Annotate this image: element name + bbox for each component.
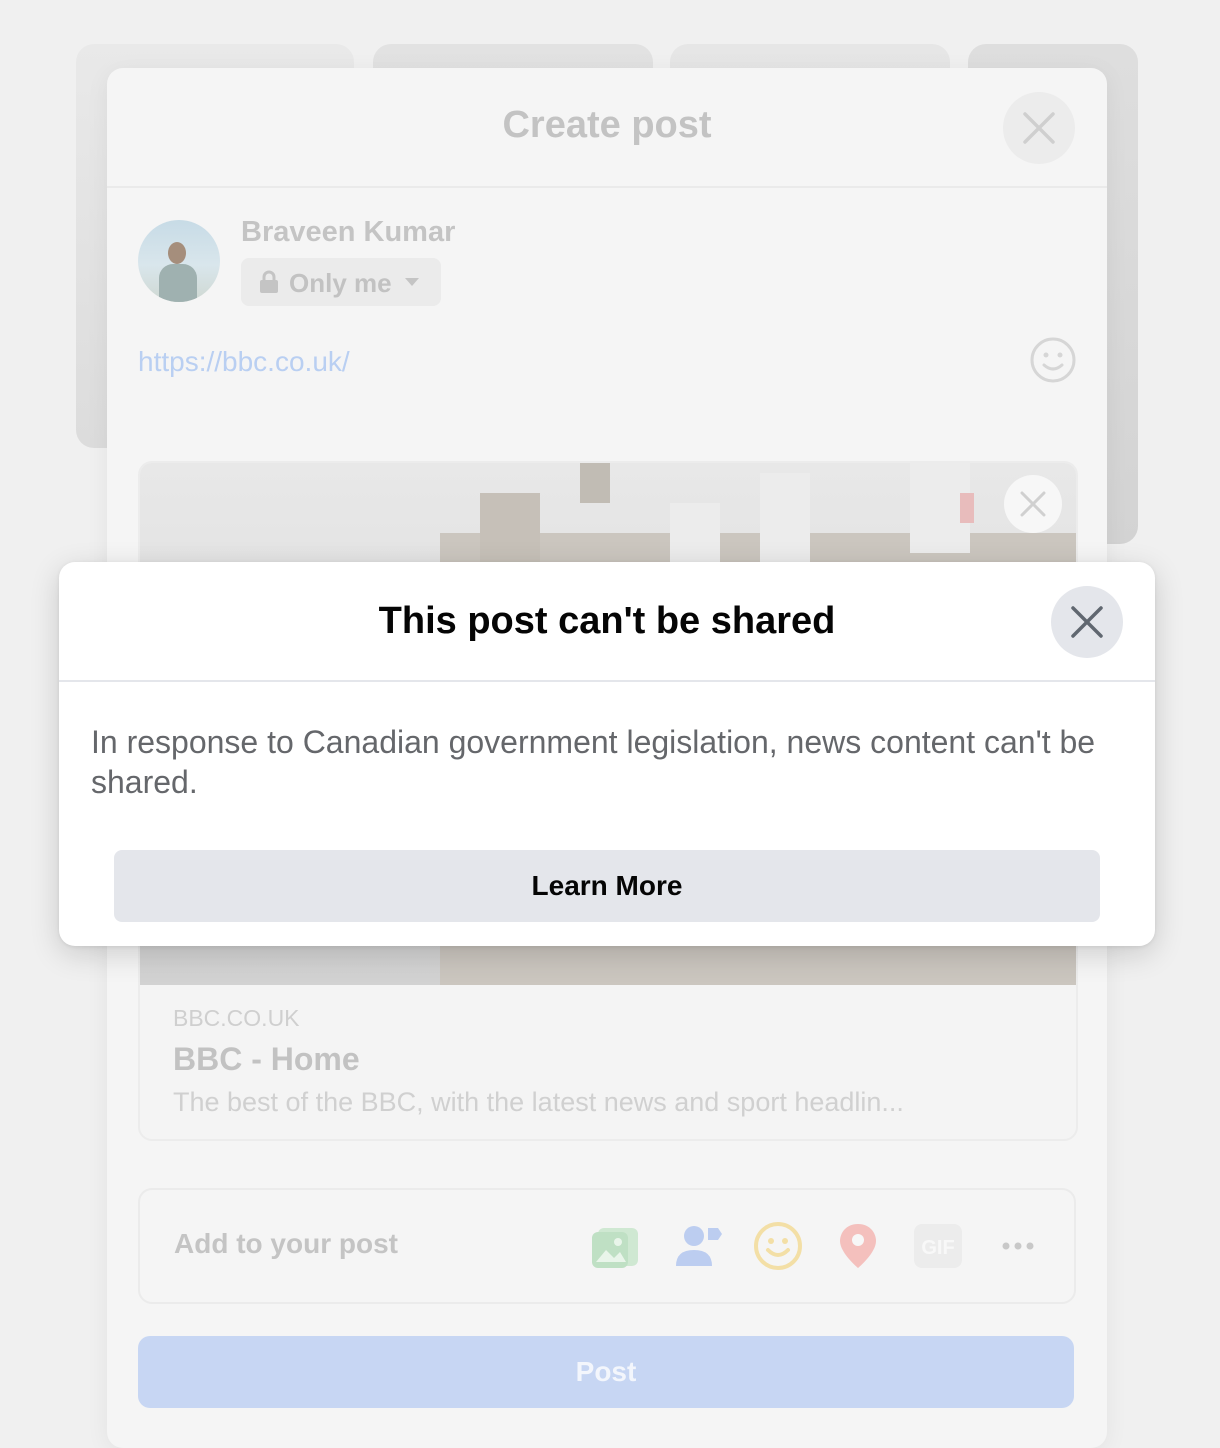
close-icon xyxy=(1023,112,1055,144)
emoji-icon[interactable] xyxy=(1029,336,1077,384)
add-to-post-label: Add to your post xyxy=(174,1228,398,1259)
link-preview-title: BBC - Home xyxy=(173,1041,360,1077)
feeling-icon[interactable] xyxy=(752,1220,804,1272)
modal-close-button[interactable] xyxy=(1051,586,1123,658)
avatar[interactable] xyxy=(138,220,220,302)
more-icon[interactable] xyxy=(992,1220,1044,1272)
learn-more-button[interactable]: Learn More xyxy=(114,850,1100,922)
close-icon xyxy=(1071,606,1103,638)
chevron-down-icon xyxy=(405,278,419,286)
privacy-selector[interactable]: Only me xyxy=(241,258,441,306)
create-post-title: Create post xyxy=(502,104,712,146)
link-preview-description: The best of the BBC, with the latest new… xyxy=(173,1087,904,1117)
modal-header: This post can't be shared xyxy=(59,562,1155,682)
close-icon xyxy=(1020,491,1046,517)
lock-icon xyxy=(260,270,278,293)
svg-text:GIF: GIF xyxy=(921,1237,954,1259)
modal-title: This post can't be shared xyxy=(378,600,836,642)
create-post-close-button[interactable] xyxy=(1003,92,1075,164)
gif-icon[interactable]: GIF xyxy=(912,1220,964,1272)
cant-share-modal: This post can't be shared In response to… xyxy=(59,562,1155,946)
user-name: Braveen Kumar xyxy=(241,216,456,248)
add-to-post-bar: Add to your post GIF xyxy=(138,1188,1076,1304)
create-post-header: Create post xyxy=(107,68,1107,188)
modal-message: In response to Canadian government legis… xyxy=(91,724,1096,800)
tag-people-icon[interactable] xyxy=(672,1220,724,1272)
photo-video-icon[interactable] xyxy=(590,1220,642,1272)
check-in-icon[interactable] xyxy=(832,1220,884,1272)
post-button[interactable]: Post xyxy=(138,1336,1074,1408)
link-preview-domain: BBC.CO.UK xyxy=(173,1005,300,1031)
post-text-input[interactable]: https://bbc.co.uk/ xyxy=(138,346,350,378)
privacy-label: Only me xyxy=(289,268,392,298)
remove-preview-button[interactable] xyxy=(1004,475,1062,533)
